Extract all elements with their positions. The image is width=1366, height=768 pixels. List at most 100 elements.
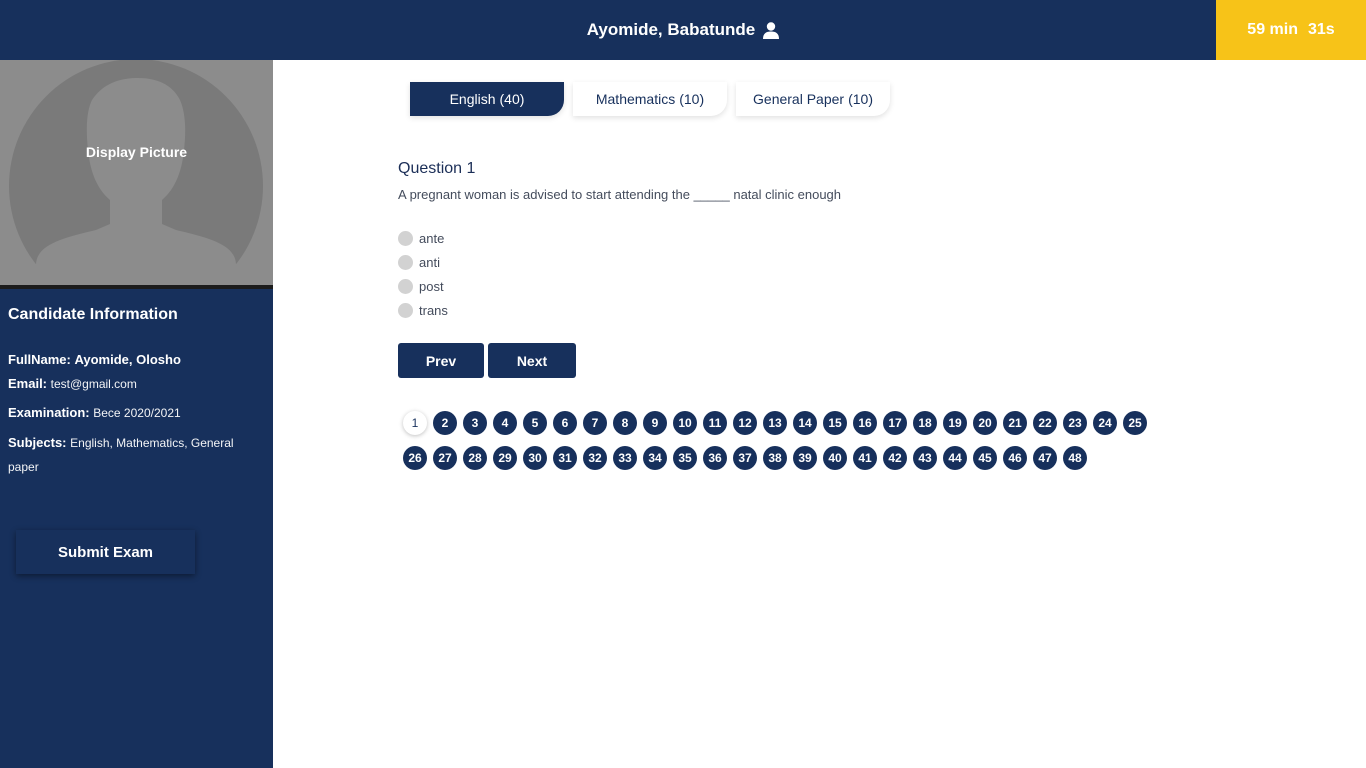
- option-anti[interactable]: anti: [398, 250, 448, 274]
- radio-button[interactable]: [398, 254, 413, 270]
- question-number-button[interactable]: 32: [583, 446, 607, 470]
- question-number-button[interactable]: 35: [673, 446, 697, 470]
- question-number-button[interactable]: 41: [853, 446, 877, 470]
- info-value: Bece 2020/2021: [93, 406, 181, 420]
- question-number-button[interactable]: 39: [793, 446, 817, 470]
- submit-exam-button[interactable]: Submit Exam: [16, 530, 195, 574]
- question-number-button[interactable]: 43: [913, 446, 937, 470]
- question-text: A pregnant woman is advised to start att…: [398, 187, 842, 202]
- info-label: Subjects:: [8, 435, 67, 450]
- countdown-timer: 59 min 31s: [1216, 0, 1366, 60]
- question-number-grid: 1 2 3 4 5 6 7 8 9 10 11 12 13 14 15 16 17 18 19 20 21 22 23 24 2…: [403, 411, 1163, 470]
- question-number-button[interactable]: 45: [973, 446, 997, 470]
- next-button[interactable]: Next: [488, 343, 576, 378]
- question-number-button[interactable]: 19: [943, 411, 967, 435]
- radio-button[interactable]: [398, 230, 413, 246]
- question-number-button[interactable]: 28: [463, 446, 487, 470]
- timer-seconds: 31s: [1307, 21, 1335, 38]
- question-number-button[interactable]: 42: [883, 446, 907, 470]
- question-number-button[interactable]: 8: [613, 411, 637, 435]
- question-number-button[interactable]: 5: [523, 411, 547, 435]
- tab-count: (10): [679, 91, 705, 107]
- option-ante[interactable]: ante: [398, 226, 448, 250]
- user-name: Ayomide, Babatunde: [586, 20, 756, 39]
- tab-label: General Paper: [753, 91, 845, 107]
- info-label: Email:: [8, 376, 48, 391]
- user-display: Ayomide, Babatunde: [0, 0, 1366, 60]
- option-label: ante: [419, 230, 445, 246]
- question-number-button[interactable]: 36: [703, 446, 727, 470]
- question-number-button[interactable]: 2: [433, 411, 457, 435]
- question-number-button[interactable]: 38: [763, 446, 787, 470]
- option-trans[interactable]: trans: [398, 298, 448, 322]
- timer-minutes: 59 min: [1247, 21, 1298, 38]
- option-post[interactable]: post: [398, 274, 448, 298]
- question-number-button[interactable]: 16: [853, 411, 877, 435]
- question-number-button[interactable]: 29: [493, 446, 517, 470]
- tab-general-paper[interactable]: General Paper (10): [736, 82, 890, 116]
- option-label: post: [419, 278, 444, 294]
- info-label: Examination:: [8, 405, 90, 420]
- question-number-button[interactable]: 13: [763, 411, 787, 435]
- question-number-button[interactable]: 37: [733, 446, 757, 470]
- info-fullname: FullName: Ayomide, Olosho: [8, 348, 258, 372]
- top-bar: Ayomide, Babatunde 59 min 31s: [0, 0, 1366, 60]
- sidebar: Display Picture Candidate Information Fu…: [0, 60, 273, 768]
- display-picture: Display Picture: [0, 60, 273, 289]
- radio-button[interactable]: [398, 302, 413, 318]
- question-number-button[interactable]: 24: [1093, 411, 1117, 435]
- question-number-button[interactable]: 7: [583, 411, 607, 435]
- question-number-button[interactable]: 48: [1063, 446, 1087, 470]
- question-number-button[interactable]: 22: [1033, 411, 1057, 435]
- tab-mathematics[interactable]: Mathematics (10): [573, 82, 727, 116]
- question-number-button[interactable]: 14: [793, 411, 817, 435]
- option-label: anti: [419, 254, 440, 270]
- subject-tabs: English (40) Mathematics (10) General Pape…: [410, 82, 890, 116]
- question-number-button[interactable]: 44: [943, 446, 967, 470]
- question-number-button[interactable]: 46: [1003, 446, 1027, 470]
- question-number-button[interactable]: 4: [493, 411, 517, 435]
- candidate-info-title: Candidate Information: [8, 306, 178, 323]
- avatar-placeholder-icon: [9, 60, 263, 285]
- question-number-button[interactable]: 21: [1003, 411, 1027, 435]
- info-email: Email: test@gmail.com: [8, 372, 258, 396]
- question-number-button[interactable]: 3: [463, 411, 487, 435]
- prev-button[interactable]: Prev: [398, 343, 484, 378]
- question-number-button[interactable]: 30: [523, 446, 547, 470]
- question-number-button[interactable]: 27: [433, 446, 457, 470]
- radio-button[interactable]: [398, 278, 413, 294]
- question-number-button[interactable]: 1: [403, 411, 427, 435]
- question-number-button[interactable]: 15: [823, 411, 847, 435]
- info-subjects: Subjects: English, Mathematics, General …: [8, 431, 258, 479]
- question-number-button[interactable]: 9: [643, 411, 667, 435]
- info-examination: Examination: Bece 2020/2021: [8, 401, 258, 425]
- question-number-button[interactable]: 6: [553, 411, 577, 435]
- question-number-button[interactable]: 47: [1033, 446, 1057, 470]
- question-number-button[interactable]: 31: [553, 446, 577, 470]
- question-number-button[interactable]: 20: [973, 411, 997, 435]
- info-label: FullName:: [8, 352, 71, 367]
- question-number-button[interactable]: 18: [913, 411, 937, 435]
- question-title: Question 1: [398, 160, 476, 177]
- question-number-button[interactable]: 12: [733, 411, 757, 435]
- tab-english[interactable]: English (40): [410, 82, 564, 116]
- answer-options: ante anti post trans: [398, 226, 448, 322]
- question-number-button[interactable]: 17: [883, 411, 907, 435]
- question-number-button[interactable]: 10: [673, 411, 697, 435]
- option-label: trans: [419, 302, 448, 318]
- question-number-button[interactable]: 33: [613, 446, 637, 470]
- question-number-button[interactable]: 40: [823, 446, 847, 470]
- question-number-button[interactable]: 25: [1123, 411, 1147, 435]
- info-value: Ayomide, Olosho: [74, 352, 181, 367]
- user-icon: [763, 21, 780, 39]
- tab-count: (10): [848, 91, 873, 107]
- display-picture-label: Display Picture: [85, 144, 188, 160]
- question-number-button[interactable]: 34: [643, 446, 667, 470]
- info-value: test@gmail.com: [50, 377, 137, 391]
- question-number-button[interactable]: 26: [403, 446, 427, 470]
- tab-count: (40): [499, 91, 525, 107]
- question-number-button[interactable]: 11: [703, 411, 727, 435]
- tab-label: English: [449, 91, 496, 107]
- question-number-button[interactable]: 23: [1063, 411, 1087, 435]
- tab-label: Mathematics: [595, 91, 676, 107]
